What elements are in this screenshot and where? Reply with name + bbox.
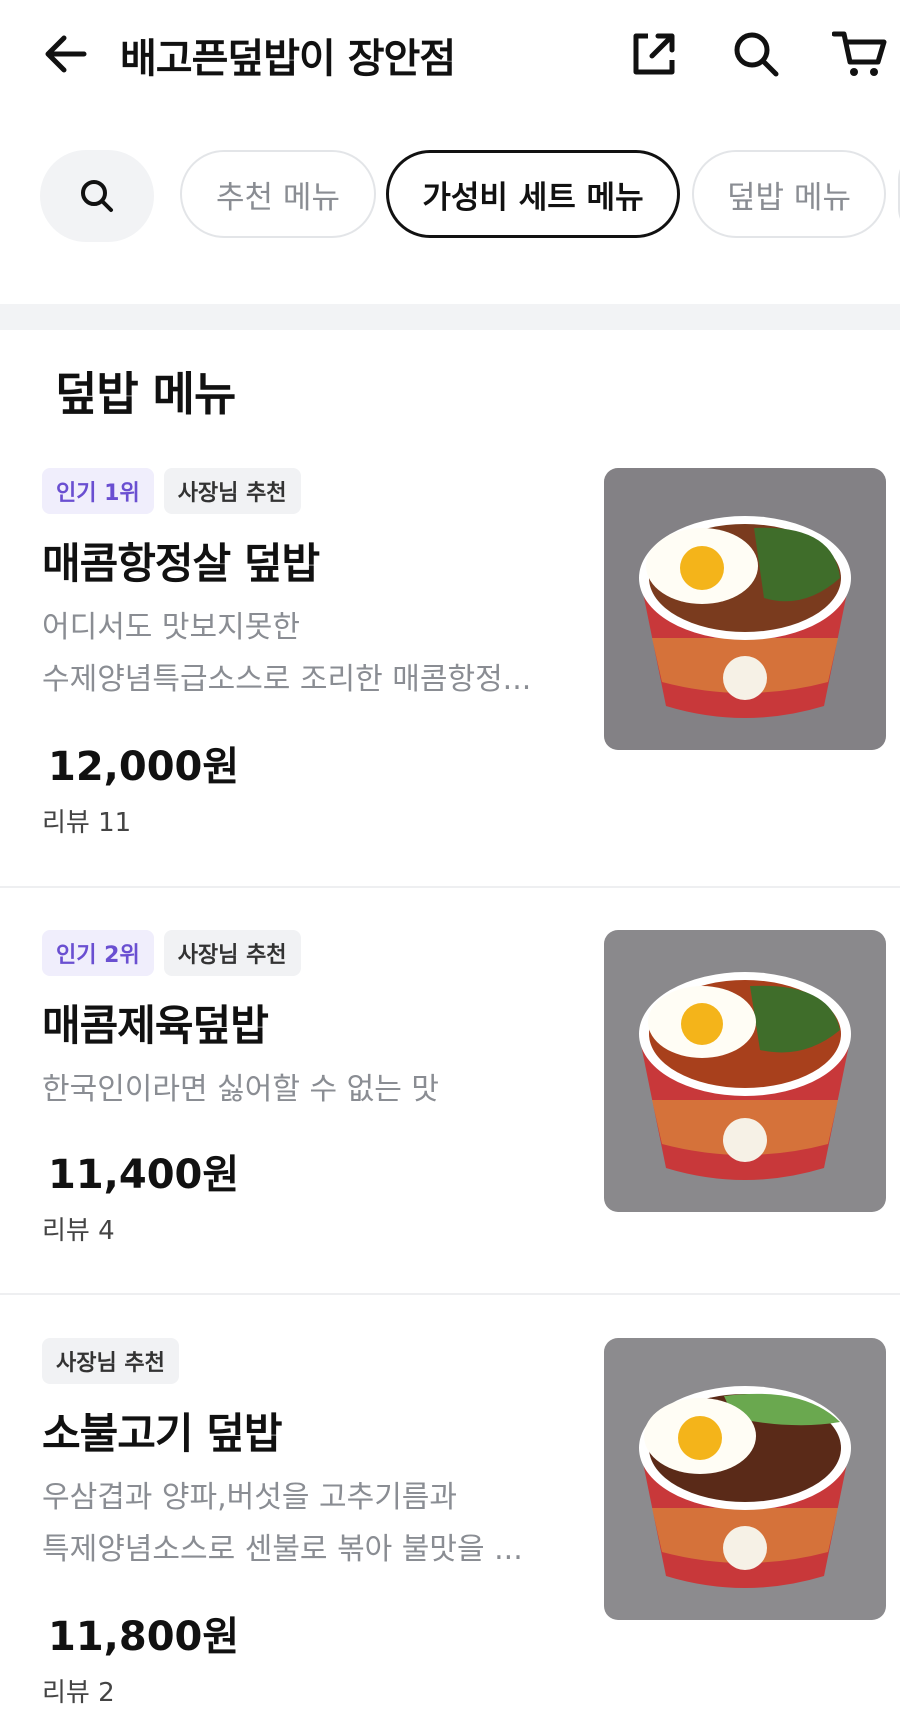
menu-photo — [604, 1338, 886, 1620]
cart-icon[interactable] — [831, 28, 887, 80]
tab-deopbap[interactable]: 덮밥 메뉴 — [692, 150, 886, 238]
menu-photo — [604, 468, 886, 750]
menu-item[interactable]: 인기 1위 사장님 추천 매콤항정살 덮밥 어디서도 맛보지못한 수제양념특급소… — [0, 468, 900, 888]
owner-pick-badge: 사장님 추천 — [163, 468, 301, 514]
rank-badge: 인기 2위 — [42, 930, 154, 976]
menu-description: 우삼겹과 양파,버섯을 고추기름과 특제양념소스로 센불로 볶아 불맛을 ... — [42, 1480, 523, 1567]
item-divider — [0, 1293, 900, 1295]
menu-description: 어디서도 맛보지못한 수제양념특급소스로 조리한 매콤항정... — [42, 610, 532, 697]
menu-description: 한국인이라면 싫어할 수 없는 맛 — [42, 1072, 439, 1107]
rank-badge: 인기 1위 — [42, 468, 154, 514]
owner-pick-badge: 사장님 추천 — [163, 930, 301, 976]
tab-recommended[interactable]: 추천 메뉴 — [180, 150, 376, 238]
back-arrow-icon[interactable] — [40, 28, 92, 80]
share-icon[interactable] — [628, 28, 680, 80]
review-count: 리뷰 4 — [42, 1216, 115, 1246]
badge-group: 인기 1위 사장님 추천 — [42, 468, 301, 514]
top-app-bar: 배고픈덮밥이 장안점 — [0, 0, 900, 110]
store-title: 배고픈덮밥이 장안점 — [120, 36, 456, 82]
menu-item[interactable]: 인기 2위 사장님 추천 매콤제육덮밥 한국인이라면 싫어할 수 없는 맛 11… — [0, 930, 900, 1270]
review-count: 리뷰 2 — [42, 1678, 115, 1708]
badge-group: 인기 2위 사장님 추천 — [42, 930, 301, 976]
section-title: 덮밥 메뉴 — [55, 367, 236, 421]
tab-value-set[interactable]: 가성비 세트 메뉴 — [386, 150, 680, 238]
menu-price: 12,000원 — [48, 744, 240, 790]
menu-photo — [604, 930, 886, 1212]
review-count: 리뷰 11 — [42, 808, 132, 838]
category-tabs: 추천 메뉴 가성비 세트 메뉴 덮밥 메뉴 — [0, 148, 900, 244]
owner-pick-badge: 사장님 추천 — [42, 1338, 179, 1384]
menu-item[interactable]: 사장님 추천 소불고기 덮밥 우삼겹과 양파,버섯을 고추기름과 특제양념소스로… — [0, 1338, 900, 1731]
item-divider — [0, 886, 900, 888]
menu-price: 11,800원 — [48, 1614, 240, 1660]
menu-search-button[interactable] — [40, 150, 154, 242]
search-icon — [81, 180, 113, 212]
search-icon[interactable] — [730, 28, 782, 80]
menu-name: 소불고기 덮밥 — [42, 1409, 282, 1458]
menu-name: 매콤제육덮밥 — [42, 1001, 269, 1050]
section-divider — [0, 304, 900, 330]
menu-price: 11,400원 — [48, 1152, 240, 1198]
menu-name: 매콤항정살 덮밥 — [42, 539, 320, 588]
badge-group: 사장님 추천 — [42, 1338, 179, 1384]
